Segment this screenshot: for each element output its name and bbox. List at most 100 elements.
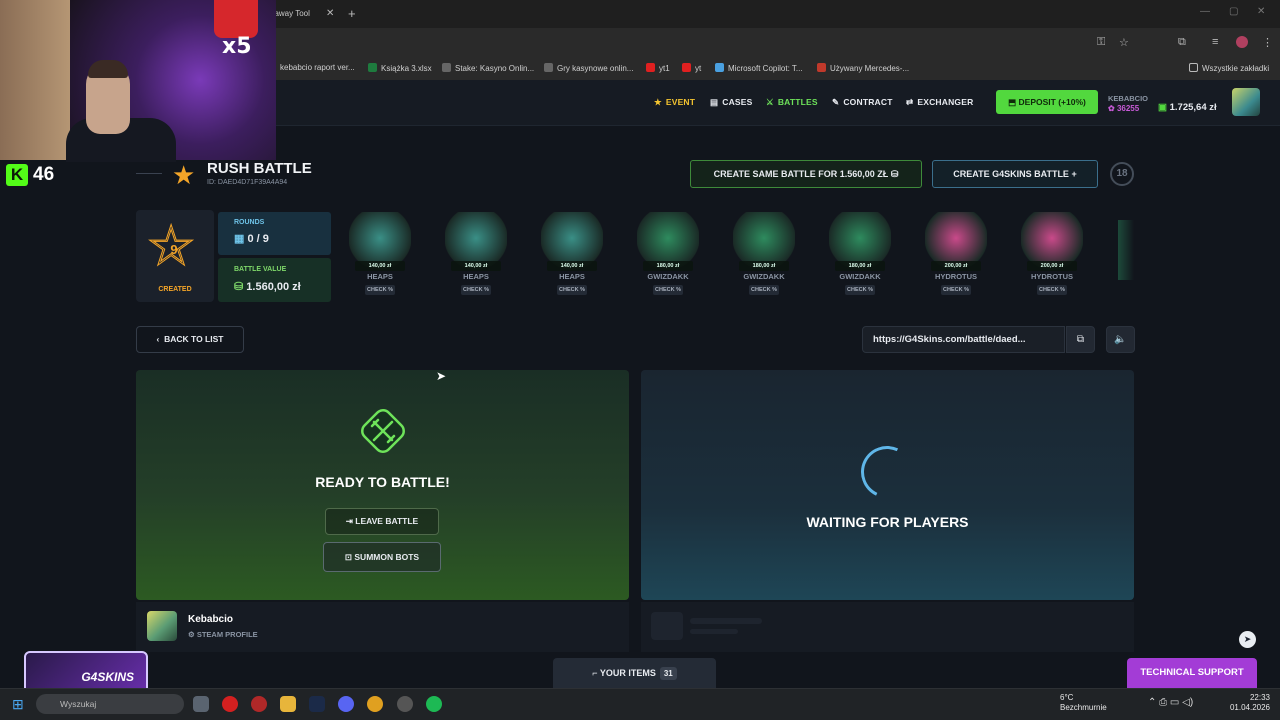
case-item[interactable]: 200,00 zł HYDROTUS CHECK % (911, 210, 1001, 302)
bookmark-item[interactable]: yt1 (646, 63, 670, 73)
case-item[interactable]: 200,00 zł HYDROTUS CHECK % (1007, 210, 1097, 302)
nav-event[interactable]: ★ EVENT (654, 97, 695, 108)
bookmark-item[interactable]: yt (682, 63, 701, 73)
tab-close-icon[interactable]: ✕ (326, 8, 334, 20)
extensions-icon[interactable]: ⧉ (1178, 36, 1186, 49)
bookmark-star-icon[interactable]: ☆ (1119, 36, 1129, 49)
bookmark-item[interactable]: Używany Mercedes-... (817, 63, 909, 73)
close-window-icon[interactable]: ✕ (1257, 6, 1265, 17)
exchange-icon: ⇄ (906, 97, 914, 107)
file-explorer-icon[interactable] (280, 696, 296, 712)
check-odds-button[interactable]: CHECK % (557, 285, 587, 295)
discord-icon[interactable] (338, 696, 354, 712)
deposit-button[interactable]: ⬒ DEPOSIT (+10%) (996, 90, 1098, 114)
app-icon[interactable] (397, 696, 413, 712)
case-name: HEAPS (559, 272, 585, 281)
task-view-icon[interactable] (193, 696, 209, 712)
weather-widget[interactable]: 6°C Bezchmurnie (1060, 693, 1107, 713)
rounds-value: ▦ 0 / 9 (234, 233, 269, 245)
check-odds-button[interactable]: CHECK % (941, 285, 971, 295)
system-tray-icons[interactable]: ⌃ ⎙ ▭ ◁) (1148, 697, 1193, 708)
case-price: 180,00 zł (643, 261, 693, 271)
menu-list-icon[interactable]: ≡ (1212, 36, 1218, 48)
star-icon: ★ (172, 160, 196, 190)
bookmark-item[interactable]: kebabcio raport ver... (280, 63, 355, 72)
robot-icon: ⊡ (344, 552, 353, 562)
check-odds-button[interactable]: CHECK % (749, 285, 779, 295)
bookmark-item[interactable]: Stake: Kasyno Onlin... (442, 63, 534, 73)
nav-contract[interactable]: ✎ CONTRACT (832, 97, 893, 108)
check-odds-button[interactable]: CHECK % (365, 285, 395, 295)
copy-icon[interactable]: ⧉ (1066, 326, 1095, 353)
username: KEBABCIO (1108, 94, 1149, 103)
steam-icon: ⚙ (188, 630, 195, 639)
case-item[interactable]: 180,00 zł GWIZDAKK CHECK % (815, 210, 905, 302)
battle-value: ⛁ 1.560,00 zł (234, 281, 301, 293)
nav-exchanger[interactable]: ⇄ EXCHANGER (906, 97, 973, 108)
webcam-sign (214, 0, 258, 38)
back-to-list-button[interactable]: ‹ BACK TO LIST (136, 326, 244, 353)
case-item[interactable]: 180,00 zł GWIZDAKK CHECK % (719, 210, 809, 302)
steam-app-icon[interactable] (309, 696, 325, 712)
bookmark-item[interactable]: Gry kasynowe onlin... (544, 63, 633, 73)
bookmark-item[interactable]: Microsoft Copilot: T... (715, 63, 803, 73)
user-avatar[interactable] (1232, 88, 1260, 116)
kick-viewer-count: 46 (33, 164, 55, 185)
profile-icon[interactable] (1236, 36, 1248, 48)
case-name: HYDROTUS (934, 272, 978, 281)
case-name: HEAPS (463, 272, 489, 281)
maximize-icon[interactable]: ▢ (1229, 6, 1238, 17)
taskbar-search[interactable]: Wyszukaj (36, 694, 184, 714)
check-odds-button[interactable]: CHECK % (653, 285, 683, 295)
create-battle-button[interactable]: CREATE G4SKINS BATTLE + (932, 160, 1098, 188)
case-item[interactable]: 140,00 zł HEAPS CHECK % (527, 210, 617, 302)
telegram-icon[interactable]: ➤ (1239, 631, 1256, 648)
battle-url-field[interactable]: https://G4Skins.com/battle/daed... (862, 326, 1065, 353)
nav-battles[interactable]: ⚔ BATTLES (766, 97, 818, 108)
create-same-battle-button[interactable]: CREATE SAME BATTLE FOR 1.560,00 ZŁ ⛁ (690, 160, 922, 188)
your-items-button[interactable]: ⌐ YOUR ITEMS 31 (553, 658, 716, 688)
steam-profile-link[interactable]: ⚙ STEAM PROFILE (188, 630, 258, 639)
case-price: 200,00 zł (931, 261, 981, 271)
check-odds-button[interactable]: CHECK % (845, 285, 875, 295)
spotify-icon[interactable] (426, 696, 442, 712)
case-name: GWIZDAKK (839, 272, 881, 281)
key-icon[interactable]: ⚿ (1097, 36, 1105, 49)
exit-icon: ⇥ (345, 516, 353, 526)
new-tab-icon[interactable]: + (348, 6, 356, 21)
check-odds-button[interactable]: CHECK % (1037, 285, 1067, 295)
opera-icon[interactable] (222, 696, 238, 712)
player-info-placeholder (641, 602, 1134, 652)
chrome-icon[interactable] (367, 696, 383, 712)
sound-icon[interactable]: 🔈 (1106, 326, 1135, 353)
summon-bots-button[interactable]: ⊡ SUMMON BOTS (323, 542, 441, 572)
windows-start-icon[interactable]: ⊞ (12, 696, 24, 713)
case-name: GWIZDAKK (647, 272, 689, 281)
technical-support-button[interactable]: TECHNICAL SUPPORT (1127, 658, 1257, 688)
chevron-left-icon: ‹ (156, 334, 160, 344)
skeleton-line (690, 618, 762, 624)
battle-value-label: BATTLE VALUE (234, 266, 287, 273)
minimize-icon[interactable]: — (1200, 6, 1210, 17)
more-icon[interactable]: ⋮ (1262, 36, 1273, 49)
nav-cases[interactable]: ▤ CASES (710, 97, 753, 108)
webcam-background (0, 0, 70, 160)
cases-icon: ▤ (710, 97, 719, 107)
all-bookmarks[interactable]: Wszystkie zakładki (1189, 63, 1269, 73)
opera-gx-icon[interactable] (251, 696, 267, 712)
case-item[interactable]: 180,00 zł GWIZDAKK CHECK % (623, 210, 713, 302)
check-odds-button[interactable]: CHECK % (461, 285, 491, 295)
created-count: 9 (170, 242, 178, 257)
case-item[interactable]: 140,00 zł HEAPS CHECK % (335, 210, 425, 302)
bookmark-item[interactable]: Książka 3.xlsx (368, 63, 432, 73)
pen-icon: ✎ (832, 97, 840, 107)
case-price: 180,00 zł (739, 261, 789, 271)
avatar[interactable] (147, 611, 177, 641)
leave-battle-button[interactable]: ⇥ LEAVE BATTLE (325, 508, 439, 535)
ready-text: READY TO BATTLE! (315, 474, 450, 490)
clock[interactable]: 22:33 01.04.2026 (1226, 693, 1270, 713)
case-price: 180,00 zł (835, 261, 885, 271)
player-name: Kebabcio (188, 614, 234, 625)
rounds-label: ROUNDS (234, 219, 265, 226)
case-item[interactable]: 140,00 zł HEAPS CHECK % (431, 210, 521, 302)
